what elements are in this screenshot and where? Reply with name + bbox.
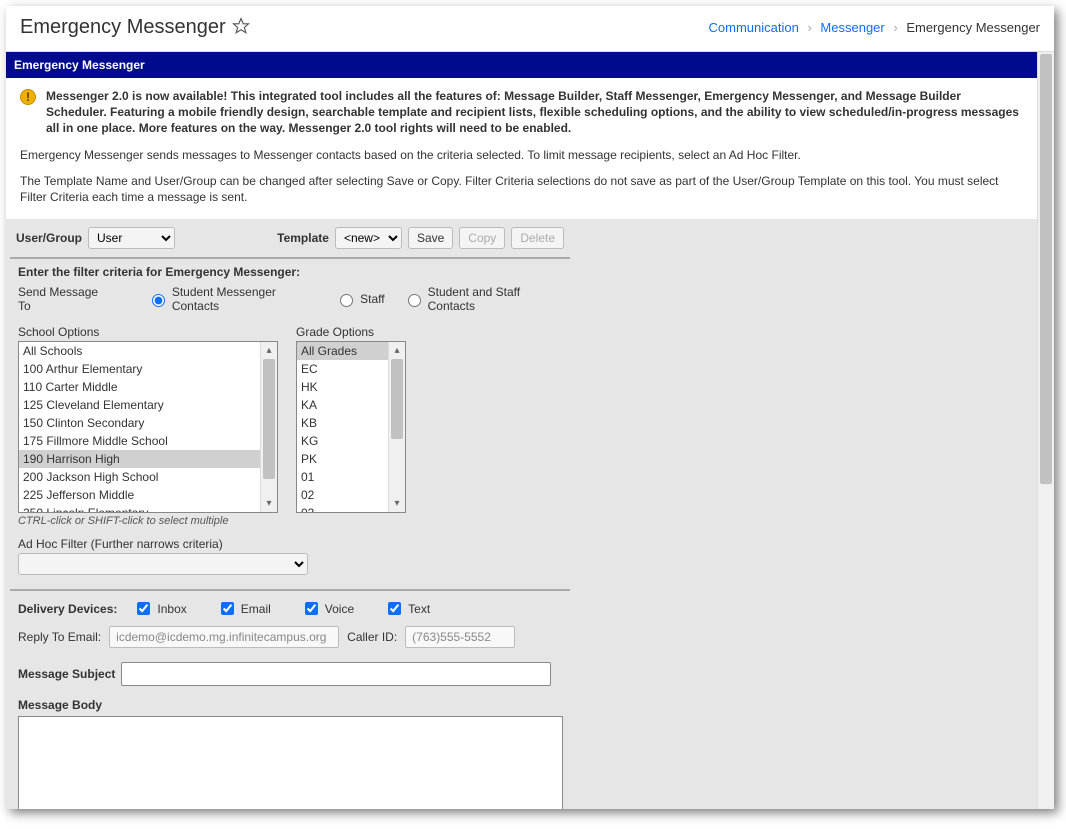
- page-header: Emergency Messenger Communication › Mess…: [6, 6, 1054, 52]
- grade-options-list[interactable]: All GradesECHKKAKBKGPK010203 ▴ ▾: [296, 341, 406, 513]
- breadcrumb-current: Emergency Messenger: [906, 20, 1040, 35]
- scroll-down-icon[interactable]: ▾: [261, 495, 277, 512]
- template-toolbar: User/Group User Template <new> Save Copy…: [10, 219, 570, 259]
- reply-row: Reply To Email: Caller ID:: [10, 622, 1037, 652]
- checkbox-voice-label: Voice: [325, 602, 354, 616]
- list-item[interactable]: 100 Arthur Elementary: [19, 360, 260, 378]
- template-select[interactable]: <new>: [335, 227, 402, 249]
- scroll-up-icon[interactable]: ▴: [389, 342, 405, 359]
- delete-button[interactable]: Delete: [511, 227, 564, 249]
- breadcrumb: Communication › Messenger › Emergency Me…: [709, 20, 1041, 35]
- scroll-up-icon[interactable]: ▴: [261, 342, 277, 359]
- multiselect-hint: CTRL-click or SHIFT-click to select mult…: [18, 515, 278, 527]
- radio-staff-label: Staff: [360, 292, 384, 306]
- notice-text: Messenger 2.0 is now available! This int…: [46, 88, 1023, 137]
- checkbox-voice[interactable]: [305, 602, 318, 615]
- copy-button[interactable]: Copy: [459, 227, 505, 249]
- chevron-right-icon: ›: [893, 20, 897, 35]
- list-item[interactable]: KG: [297, 432, 388, 450]
- list-item[interactable]: 250 Lincoln Elementary: [19, 504, 260, 512]
- grade-options-label: Grade Options: [296, 325, 406, 339]
- scroll-down-icon[interactable]: ▾: [389, 495, 405, 512]
- scrollbar[interactable]: ▴ ▾: [260, 342, 277, 512]
- school-options-list[interactable]: All Schools100 Arthur Elementary110 Cart…: [18, 341, 278, 513]
- body-label: Message Body: [10, 690, 1037, 716]
- subject-row: Message Subject: [10, 652, 1037, 690]
- list-item[interactable]: 110 Carter Middle: [19, 378, 260, 396]
- user-group-select[interactable]: User: [88, 227, 175, 249]
- save-button[interactable]: Save: [408, 227, 453, 249]
- list-item[interactable]: 02: [297, 486, 388, 504]
- page-title: Emergency Messenger: [20, 16, 226, 39]
- form-area: User/Group User Template <new> Save Copy…: [6, 219, 1037, 809]
- delivery-label: Delivery Devices:: [18, 602, 117, 616]
- page-scrollbar[interactable]: [1037, 52, 1054, 809]
- body-textarea[interactable]: [18, 716, 563, 809]
- checkbox-email[interactable]: [221, 602, 234, 615]
- send-to-row: Send Message To Student Messenger Contac…: [18, 285, 562, 313]
- checkbox-text-label: Text: [408, 602, 430, 616]
- list-item[interactable]: 150 Clinton Secondary: [19, 414, 260, 432]
- template-label: Template: [277, 231, 329, 245]
- radio-students[interactable]: [152, 294, 165, 307]
- subject-label: Message Subject: [18, 667, 115, 681]
- divider: [10, 589, 570, 591]
- list-item[interactable]: HK: [297, 378, 388, 396]
- alert-icon: !: [20, 89, 36, 105]
- list-item[interactable]: All Schools: [19, 342, 260, 360]
- breadcrumb-link-messenger[interactable]: Messenger: [820, 20, 884, 35]
- list-item[interactable]: 190 Harrison High: [19, 450, 260, 468]
- reply-email-label: Reply To Email:: [18, 630, 101, 644]
- checkbox-email-label: Email: [241, 602, 271, 616]
- list-item[interactable]: EC: [297, 360, 388, 378]
- checkbox-inbox-label: Inbox: [157, 602, 186, 616]
- checkbox-text[interactable]: [388, 602, 401, 615]
- send-to-label: Send Message To: [18, 285, 109, 313]
- list-item[interactable]: PK: [297, 450, 388, 468]
- school-options-label: School Options: [18, 325, 278, 339]
- subject-input[interactable]: [121, 662, 551, 686]
- list-item[interactable]: All Grades: [297, 342, 388, 360]
- list-item[interactable]: 125 Cleveland Elementary: [19, 396, 260, 414]
- radio-staff[interactable]: [340, 294, 353, 307]
- adhoc-label: Ad Hoc Filter (Further narrows criteria): [18, 537, 562, 551]
- radio-both[interactable]: [408, 294, 421, 307]
- reply-email-input[interactable]: [109, 626, 339, 648]
- app-window: Emergency Messenger Communication › Mess…: [6, 6, 1054, 809]
- checkbox-inbox[interactable]: [137, 602, 150, 615]
- list-item[interactable]: 200 Jackson High School: [19, 468, 260, 486]
- chevron-right-icon: ›: [807, 20, 811, 35]
- user-group-label: User/Group: [16, 231, 82, 245]
- list-item[interactable]: KA: [297, 396, 388, 414]
- radio-students-label: Student Messenger Contacts: [172, 285, 317, 313]
- list-item[interactable]: 225 Jefferson Middle: [19, 486, 260, 504]
- favorite-star-icon[interactable]: [232, 17, 250, 38]
- list-item[interactable]: 03: [297, 504, 388, 512]
- info-panel: ! Messenger 2.0 is now available! This i…: [6, 78, 1037, 219]
- info-paragraph-2: The Template Name and User/Group can be …: [20, 173, 1023, 205]
- radio-both-label: Student and Staff Contacts: [428, 285, 562, 313]
- list-item[interactable]: 175 Fillmore Middle School: [19, 432, 260, 450]
- list-item[interactable]: 01: [297, 468, 388, 486]
- adhoc-select[interactable]: [18, 553, 308, 575]
- breadcrumb-link-communication[interactable]: Communication: [709, 20, 799, 35]
- scrollbar[interactable]: ▴ ▾: [388, 342, 405, 512]
- filter-heading: Enter the filter criteria for Emergency …: [18, 265, 562, 279]
- panel-heading: Emergency Messenger: [6, 52, 1037, 78]
- caller-id-label: Caller ID:: [347, 630, 397, 644]
- list-item[interactable]: KB: [297, 414, 388, 432]
- content-area: Emergency Messenger ! Messenger 2.0 is n…: [6, 52, 1037, 809]
- info-paragraph-1: Emergency Messenger sends messages to Me…: [20, 147, 1023, 163]
- caller-id-input[interactable]: [405, 626, 515, 648]
- delivery-row: Delivery Devices: Inbox Email Voice Text: [10, 595, 1037, 622]
